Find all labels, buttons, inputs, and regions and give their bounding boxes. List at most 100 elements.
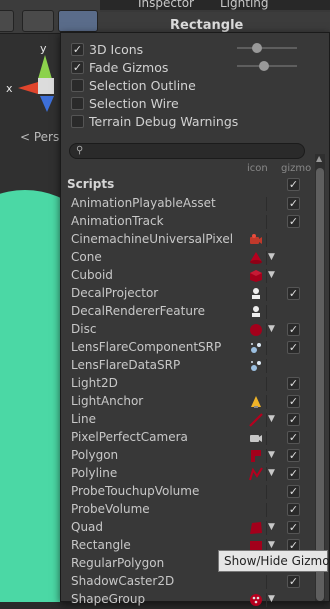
polygon-icon[interactable]: [249, 449, 263, 463]
gizmo-toggle-checkbox[interactable]: ✓: [287, 323, 300, 336]
checkbox-terrain-debug-warnings[interactable]: [71, 114, 84, 128]
gizmo-toggle-checkbox[interactable]: ✓: [287, 467, 300, 480]
axis-z-cone-icon[interactable]: [40, 96, 54, 112]
list-item: Polygon ▼ ✓: [61, 447, 311, 465]
scrollbar-thumb[interactable]: [316, 168, 324, 601]
list-item: ProbeTouchupVolume ✓: [61, 483, 311, 501]
camera-red-icon[interactable]: [249, 233, 263, 247]
list-item: PixelPerfectCamera ✓: [61, 429, 311, 447]
tab-inspector[interactable]: Inspector: [138, 0, 194, 10]
checkbox-selection-wire[interactable]: [71, 96, 84, 110]
list-item: Polyline ▼ ✓: [61, 465, 311, 483]
axis-y-cone-icon[interactable]: [38, 55, 52, 79]
quad-icon[interactable]: [249, 521, 263, 535]
column-divider: [266, 233, 267, 247]
list-item: DecalProjector ✓: [61, 285, 311, 303]
icon-dropdown-arrow-icon[interactable]: ▼: [268, 414, 275, 424]
scripts-gizmo-checkbox[interactable]: ✓: [287, 178, 300, 191]
search-input[interactable]: ⚲: [69, 143, 305, 159]
list-item: Light2D ✓: [61, 375, 311, 393]
gizmo-toggle-checkbox[interactable]: ✓: [287, 575, 300, 588]
scroll-up-arrow-icon[interactable]: ▲: [316, 154, 322, 163]
icon-dropdown-arrow-icon[interactable]: ▼: [268, 468, 275, 478]
light-anchor-icon[interactable]: [249, 395, 263, 409]
perspective-label[interactable]: < Pers: [20, 130, 59, 144]
decal-icon[interactable]: [249, 305, 263, 319]
icon-dropdown-arrow-icon[interactable]: ▼: [268, 594, 275, 604]
icon-dropdown-arrow-icon[interactable]: ▼: [268, 450, 275, 460]
script-name: ShapeGroup: [71, 592, 146, 606]
checkbox-fade-gizmos[interactable]: ✓: [71, 60, 84, 74]
option-terrain-debug-warnings[interactable]: Terrain Debug Warnings: [71, 112, 238, 130]
gizmo-toggle-checkbox[interactable]: ✓: [287, 287, 300, 300]
gizmo-toggle-checkbox[interactable]: ✓: [287, 449, 300, 462]
icon-size-slider[interactable]: [237, 47, 297, 49]
column-divider: [266, 593, 267, 607]
script-name: Cone: [71, 250, 102, 264]
option-fade-gizmos[interactable]: ✓ Fade Gizmos: [71, 58, 168, 76]
gizmo-toggle-checkbox[interactable]: ✓: [287, 215, 300, 228]
option-label: Selection Wire: [89, 95, 179, 111]
script-name: Polyline: [71, 466, 118, 480]
column-divider: [266, 305, 267, 319]
icon-dropdown-arrow-icon[interactable]: ▼: [268, 324, 275, 334]
script-name: AnimationTrack: [71, 214, 164, 228]
column-divider: [266, 413, 267, 427]
axis-x-label: x: [6, 82, 13, 95]
object-name-field[interactable]: Rectangle: [170, 18, 243, 33]
gizmo-toggle-checkbox[interactable]: ✓: [287, 341, 300, 354]
checkbox-3d-icons[interactable]: ✓: [71, 42, 84, 56]
icon-size-slider-knob[interactable]: [251, 43, 262, 53]
gizmo-toggle-checkbox[interactable]: ✓: [287, 413, 300, 426]
cube-icon[interactable]: [249, 269, 263, 283]
scene-tool-button[interactable]: [0, 10, 14, 32]
script-name: LightAnchor: [71, 394, 144, 408]
scrollbar[interactable]: ▲: [315, 154, 325, 601]
decal-icon[interactable]: [249, 287, 263, 301]
column-divider: [266, 503, 267, 517]
script-name: RegularPolygon: [71, 556, 165, 570]
option-selection-wire[interactable]: Selection Wire: [71, 94, 179, 112]
gizmo-toggle-checkbox[interactable]: ✓: [287, 377, 300, 390]
axis-x-cone-icon[interactable]: [18, 82, 38, 94]
option-label: Fade Gizmos: [89, 59, 169, 75]
gizmos-popup: ✓ 3D Icons ✓ Fade Gizmos Selection Outli…: [60, 32, 330, 607]
list-item: Disc ▼ ✓: [61, 321, 311, 339]
lensflare-icon[interactable]: [249, 359, 263, 373]
list-item: DecalRendererFeature: [61, 303, 311, 321]
axis-y-label: y: [40, 42, 47, 55]
gizmo-toggle-checkbox[interactable]: ✓: [287, 431, 300, 444]
gizmo-toggle-checkbox[interactable]: ✓: [287, 485, 300, 498]
icon-dropdown-arrow-icon[interactable]: ▼: [268, 252, 275, 262]
shapegroup-icon[interactable]: [249, 593, 263, 607]
script-name: Polygon: [71, 448, 119, 462]
line-icon[interactable]: [249, 413, 263, 427]
orientation-cube-icon[interactable]: [38, 78, 54, 94]
option-label: Selection Outline: [89, 77, 196, 93]
list-item: ProbeVolume ✓: [61, 501, 311, 519]
gizmo-toggle-checkbox[interactable]: ✓: [287, 503, 300, 516]
lensflare-icon[interactable]: [249, 341, 263, 355]
fade-slider-knob[interactable]: [259, 61, 269, 71]
option-3d-icons[interactable]: ✓ 3D Icons: [71, 40, 143, 58]
cone-icon[interactable]: [249, 251, 263, 265]
gizmos-dropdown-button[interactable]: [58, 10, 98, 32]
checkbox-selection-outline[interactable]: [71, 78, 84, 92]
gizmo-toggle-checkbox[interactable]: ✓: [287, 395, 300, 408]
icon-dropdown-arrow-icon[interactable]: ▼: [268, 270, 275, 280]
camera-icon[interactable]: [249, 431, 263, 445]
option-selection-outline[interactable]: Selection Outline: [71, 76, 196, 94]
gizmo-toggle-checkbox[interactable]: ✓: [287, 197, 300, 210]
column-divider: [266, 485, 267, 499]
camera-dropdown-button[interactable]: [22, 10, 54, 32]
icon-dropdown-arrow-icon[interactable]: ▼: [268, 540, 275, 550]
list-item: ShadowCaster2D ✓: [61, 573, 311, 591]
tab-lighting[interactable]: Lighting: [220, 0, 269, 10]
icon-dropdown-arrow-icon[interactable]: ▼: [268, 522, 275, 532]
script-name: PixelPerfectCamera: [71, 430, 188, 444]
disc-icon[interactable]: [249, 323, 263, 337]
gizmo-toggle-checkbox[interactable]: ✓: [287, 521, 300, 534]
column-divider: [266, 377, 267, 391]
polyline-icon[interactable]: [249, 467, 263, 481]
column-divider: [266, 269, 267, 283]
